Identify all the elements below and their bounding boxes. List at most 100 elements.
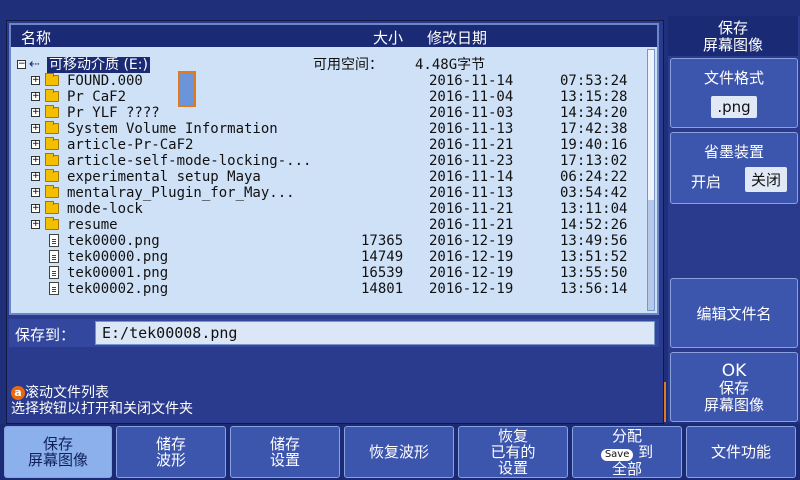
file-size: 16539 [361,265,404,281]
file-row[interactable]: tek00001.png 16539 2016-12-19 13:55:50 [11,265,651,281]
file-date: 2016-11-21 [429,217,514,233]
expand-icon[interactable]: + [31,204,40,213]
folder-row[interactable]: + System Volume Information 2016-11-13 17:4… [11,121,651,137]
b4-label: 恢复波形 [368,443,429,461]
file-icon [49,250,59,263]
folder-row[interactable]: + experimental setup Maya 2016-11-14 06:24:… [11,169,651,185]
save-screen-image-button[interactable]: 保存 屏幕图像 [4,426,112,478]
file-date: 2016-11-23 [429,153,514,169]
folder-row[interactable]: + mentalray_Plugin_for_May... 2016-11-13 03… [11,185,651,201]
file-utilities-button[interactable]: 文件功能 [686,426,796,478]
folder-icon [45,105,59,118]
file-format-label: 文件格式 [703,69,764,87]
ink-saver-label: 省墨装置 [703,143,764,161]
column-size-header[interactable]: 大小 [373,27,403,48]
ink-saver-button[interactable]: 省墨装置 开启 关闭 [670,132,798,204]
bottom-menu-bar: 保存 屏幕图像 储存 波形 储存 设置 恢复波形 恢复 已有的 设置 分配 Sa… [0,424,800,480]
expand-icon[interactable]: + [31,76,40,85]
expand-icon[interactable]: + [31,172,40,181]
b2-line-2: 波形 [155,451,186,469]
folder-row[interactable]: + mode-lock 2016-11-21 13:11:04 [11,201,651,217]
free-space-label: 可用空间： [313,57,383,73]
b6-line-2: Save 到 [600,442,654,461]
b5-line-1: 恢复 [497,427,528,445]
save-setup-button[interactable]: 储存 设置 [230,426,340,478]
folder-row[interactable]: + article-Pr-CaF2 2016-11-21 19:40:16 [11,137,651,153]
assign-save-button[interactable]: 分配 Save 到 全部 [572,426,682,478]
folder-row[interactable]: + Pr CaF2 2016-11-04 13:15:28 [11,89,651,105]
b6-line-1: 分配 [611,426,642,445]
b3-line-2: 设置 [269,451,300,469]
drive-row[interactable]: − ⇠ 可移动介质 (E:) 可用空间： 4.48G字节 [11,57,651,73]
column-date-header[interactable]: 修改日期 [427,27,487,48]
hint-line-2: 选择按钮以打开和关闭文件夹 [11,401,193,417]
file-time: 13:51:52 [560,249,628,265]
b6-to: 到 [638,442,654,461]
file-date: 2016-11-14 [429,73,514,89]
file-icon [49,266,59,279]
file-time: 14:34:20 [560,105,628,121]
file-name: System Volume Information [67,121,278,137]
file-format-value[interactable]: .png [711,96,757,118]
collapse-icon[interactable]: − [17,60,26,69]
save-to-label: 保存到： [15,326,76,344]
save-path-input[interactable]: E:/tek00008.png [95,321,655,345]
file-time: 17:13:02 [560,153,628,169]
folder-row[interactable]: + resume 2016-11-21 14:52:26 [11,217,651,233]
file-row[interactable]: tek00002.png 14801 2016-12-19 13:56:14 [11,281,651,297]
expand-icon[interactable]: + [31,92,40,101]
save-waveform-button[interactable]: 储存 波形 [116,426,226,478]
expand-icon[interactable]: + [31,188,40,197]
drive-label[interactable]: 可移动介质 (E:) [47,57,150,73]
file-row[interactable]: tek00000.png 14749 2016-12-19 13:51:52 [11,249,651,265]
file-time: 06:24:22 [560,169,628,185]
scrollbar-thumb[interactable] [648,50,654,200]
file-format-button[interactable]: 文件格式 .png [670,58,798,128]
hint-line-1: 滚动文件列表 [25,385,109,401]
file-name: Pr YLF ???? [67,105,160,121]
folder-row[interactable]: + Pr YLF ???? 2016-11-03 14:34:20 [11,105,651,121]
file-name: Pr CaF2 [67,89,127,105]
folder-row[interactable]: + FOUND.000 2016-11-14 07:53:24 [11,73,651,89]
folder-icon [45,201,59,214]
expand-icon[interactable]: + [31,108,40,117]
column-name-header[interactable]: 名称 [21,27,51,48]
expand-icon[interactable]: + [31,220,40,229]
file-time: 13:56:14 [560,281,628,297]
ok-save-button[interactable]: OK 保存 屏幕图像 [670,352,798,422]
folder-icon [45,153,59,166]
file-row[interactable]: tek0000.png 17365 2016-12-19 13:49:56 [11,233,651,249]
ink-saver-on[interactable]: 开启 [685,169,727,194]
file-name: tek0000.png [67,233,160,249]
file-size: 17365 [361,233,404,249]
file-icon [49,282,59,295]
recall-setup-button[interactable]: 恢复 已有的 设置 [458,426,568,478]
file-name: experimental setup Maya [67,169,261,185]
edit-filename-button[interactable]: 编辑文件名 [670,278,798,348]
file-date: 2016-11-13 [429,185,514,201]
file-time: 13:15:28 [560,89,628,105]
expand-icon[interactable]: + [31,140,40,149]
file-time: 13:49:56 [560,233,628,249]
knob-a-icon: a [11,386,25,400]
file-date: 2016-11-04 [429,89,514,105]
file-list[interactable]: 名称 大小 修改日期 − ⇠ 可移动介质 (E:) 可用空间： 4.48G字节 … [9,23,659,315]
expand-icon[interactable]: + [31,124,40,133]
usb-icon: ⇠ [29,57,40,72]
file-date: 2016-11-21 [429,137,514,153]
ink-saver-off[interactable]: 关闭 [745,167,788,192]
file-name: tek00001.png [67,265,169,281]
recall-waveform-button[interactable]: 恢复波形 [344,426,454,478]
file-date: 2016-12-19 [429,249,514,265]
expand-icon[interactable]: + [31,156,40,165]
folder-row[interactable]: + article-self-mode-locking-... 2016-11-23… [11,153,651,169]
b5-line-3: 设置 [497,459,528,477]
file-time: 13:55:50 [560,265,628,281]
side-title-line-2: 屏幕图像 [702,36,763,54]
file-list-scrollbar[interactable] [647,49,655,311]
save-to-bar: 保存到： E:/tek00008.png [9,319,659,347]
folder-icon [45,217,59,230]
file-time: 07:53:24 [560,73,628,89]
b6-line-3: 全部 [611,459,642,478]
hint-text: a 滚动文件列表 选择按钮以打开和关闭文件夹 [11,385,193,417]
